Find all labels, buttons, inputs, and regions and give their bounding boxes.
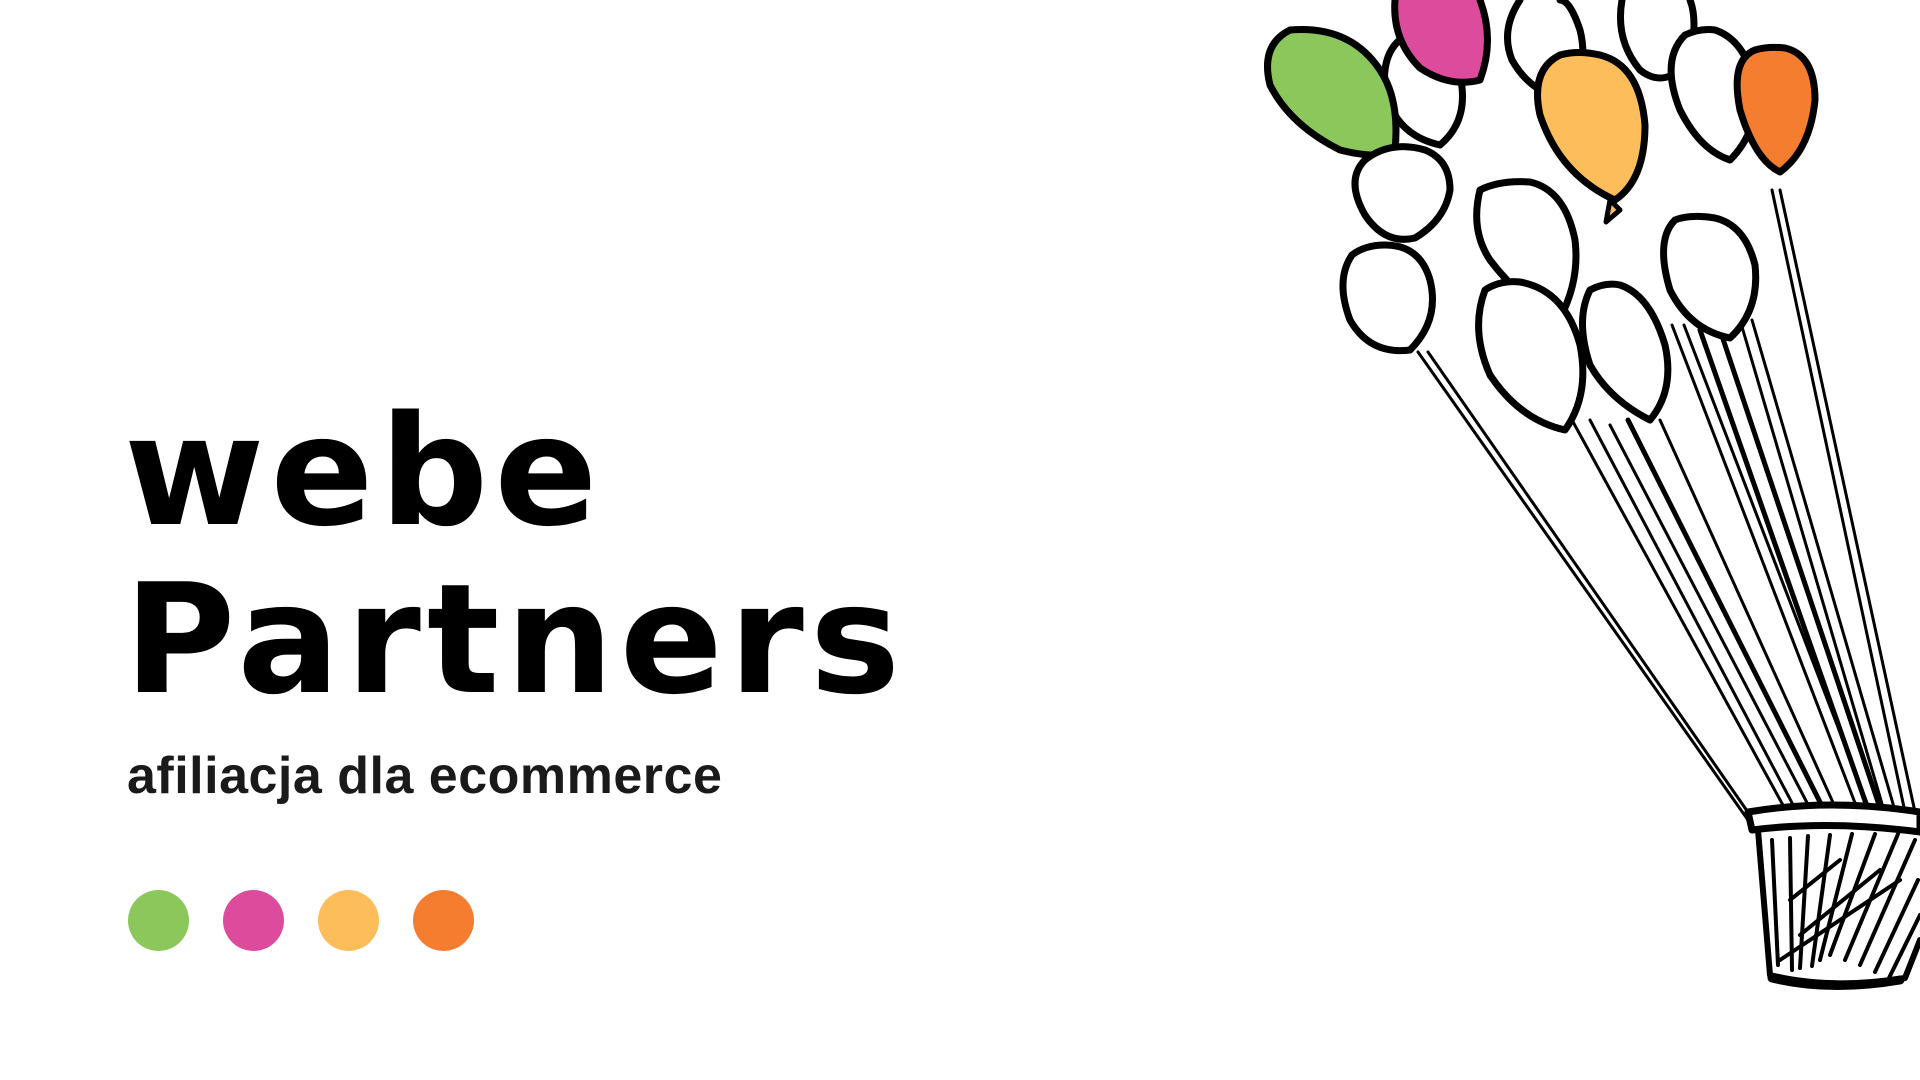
page: webe Partners afiliacja dla ecommerce bbox=[0, 0, 1920, 1080]
dot-yellow bbox=[318, 890, 379, 951]
brand-logo: webe Partners bbox=[124, 388, 906, 724]
dot-orange bbox=[413, 890, 474, 951]
balloon-basket-icon bbox=[1264, 0, 1920, 990]
brand-line-partners: Partners bbox=[124, 551, 907, 728]
basket bbox=[1744, 801, 1920, 990]
dot-green bbox=[128, 890, 189, 951]
brand-line-webe: webe bbox=[124, 383, 604, 560]
color-dots bbox=[128, 890, 474, 951]
tagline: afiliacja dla ecommerce bbox=[127, 747, 723, 805]
dot-pink bbox=[223, 890, 284, 951]
